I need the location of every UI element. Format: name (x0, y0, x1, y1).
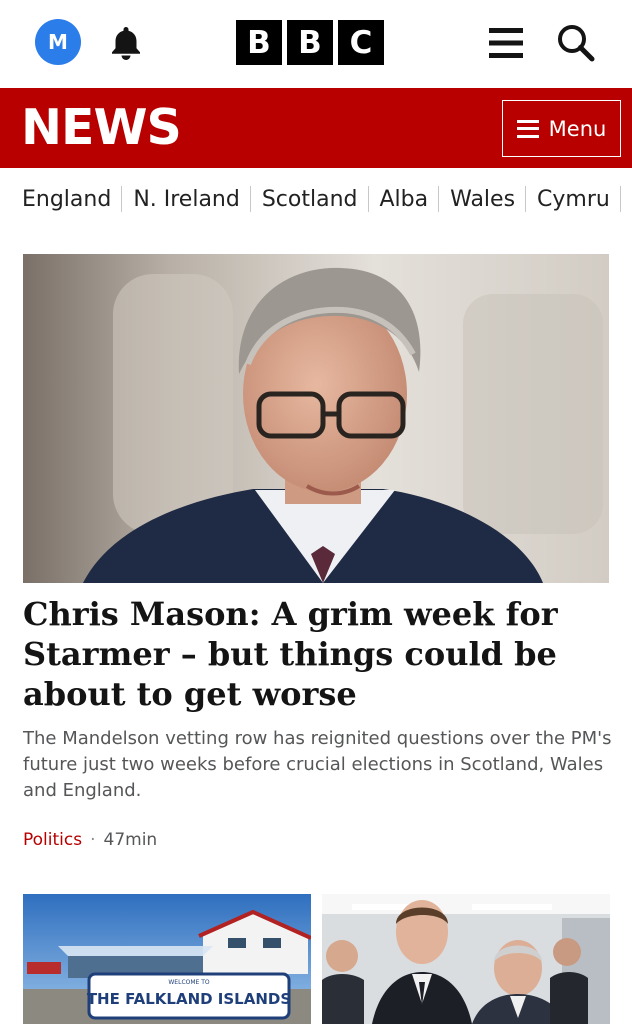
hero-photo-illustration (23, 254, 609, 583)
nav-item-alba[interactable]: Alba (380, 187, 439, 212)
press-photo-illustration (322, 894, 610, 1024)
bbc-logo-block: B (236, 20, 282, 65)
bbc-logo-block: C (338, 20, 384, 65)
nav-item-cymru[interactable]: Cymru (537, 187, 620, 212)
bbc-logo-block: B (287, 20, 333, 65)
story-card-image[interactable] (322, 894, 610, 1024)
nav-item-england[interactable]: England (22, 187, 121, 212)
sign-small-text: WELCOME TO (168, 979, 210, 986)
menu-button-label: Menu (548, 116, 607, 141)
hero-image[interactable] (23, 254, 609, 583)
bbc-logo[interactable]: B B C (236, 20, 384, 65)
nav-divider (249, 186, 251, 212)
nations-nav: England N. Ireland Scotland Alba Wales C… (22, 180, 632, 218)
nav-divider (438, 186, 440, 212)
menu-button[interactable]: Menu (502, 100, 621, 157)
hamburger-menu-icon[interactable] (487, 25, 525, 61)
meta-separator: · (90, 830, 96, 850)
nav-divider (367, 186, 369, 212)
timestamp: 47min (103, 830, 158, 850)
nav-item-scotland[interactable]: Scotland (262, 187, 368, 212)
hero-summary: The Mandelson vetting row has reignited … (23, 728, 612, 801)
nav-item-wales[interactable]: Wales (450, 187, 525, 212)
top-bar: M B B C (0, 0, 632, 88)
sign-main-text: THE FALKLAND ISLANDS (87, 990, 291, 1008)
hero-headline[interactable]: Chris Mason: A grim week for Starmer – b… (23, 594, 583, 714)
menu-icon (516, 119, 539, 138)
story-card-image[interactable]: WELCOME TO THE FALKLAND ISLANDS (23, 894, 311, 1024)
nav-item-n-ireland[interactable]: N. Ireland (133, 187, 250, 212)
topic-link[interactable]: Politics (23, 830, 82, 850)
nav-divider (121, 186, 123, 212)
falklands-photo-illustration: WELCOME TO THE FALKLAND ISLANDS (23, 894, 311, 1024)
nav-divider (525, 186, 527, 212)
news-logo[interactable]: NEWS (21, 99, 182, 157)
notifications-bell-icon[interactable] (106, 22, 146, 62)
nav-divider (619, 186, 621, 212)
account-avatar[interactable]: M (35, 19, 81, 65)
search-icon[interactable] (555, 22, 595, 62)
hero-meta: Politics · 47min (23, 830, 157, 850)
